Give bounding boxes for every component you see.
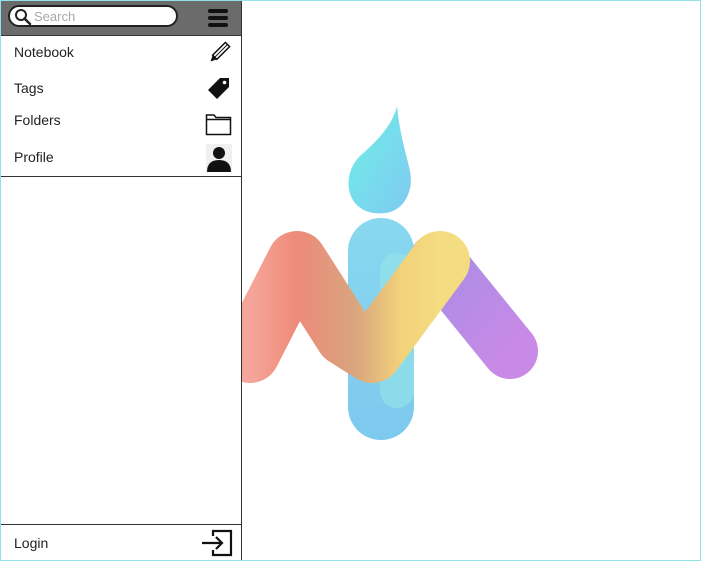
login-icon	[202, 529, 233, 557]
app-window: Notebook Tags Folders	[0, 0, 701, 561]
sidebar-item-tags[interactable]: Tags	[1, 71, 241, 107]
sidebar-item-notebook[interactable]: Notebook	[1, 36, 241, 72]
sidebar-item-label: Tags	[14, 80, 44, 96]
hamburger-menu-icon[interactable]	[207, 7, 229, 29]
search-input[interactable]	[34, 8, 172, 24]
sidebar-item-folders[interactable]: Folders	[1, 106, 241, 142]
search-icon	[15, 9, 32, 26]
sidebar-item-label: Folders	[14, 112, 61, 128]
sidebar: Notebook Tags Folders	[1, 1, 242, 560]
sidebar-item-label: Profile	[14, 149, 54, 165]
folder-icon	[205, 114, 232, 136]
app-logo	[242, 106, 538, 440]
sidebar-item-profile[interactable]: Profile	[1, 141, 241, 177]
login-label: Login	[14, 535, 49, 551]
login-button[interactable]: Login	[1, 524, 241, 561]
tag-icon	[208, 78, 229, 99]
sidebar-header	[1, 1, 241, 36]
sidebar-item-label: Notebook	[14, 44, 74, 60]
pencil-icon	[210, 41, 231, 62]
search-box[interactable]	[8, 5, 178, 27]
user-icon	[206, 144, 232, 172]
